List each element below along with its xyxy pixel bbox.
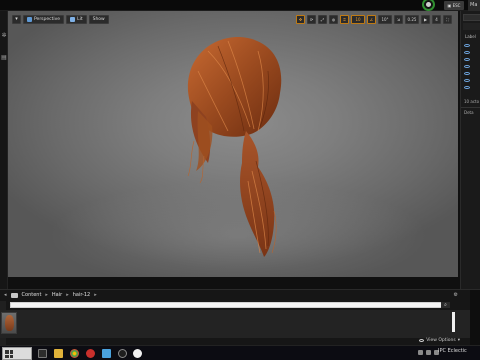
- maximize-viewport-icon[interactable]: ⛶: [443, 15, 452, 24]
- breadcrumb-separator-icon: ▸: [45, 292, 48, 298]
- visibility-eye-icon[interactable]: [464, 51, 470, 54]
- chevron-down-icon: ▾: [15, 16, 18, 22]
- rotate-snap-value[interactable]: 10°: [378, 15, 392, 24]
- system-tray: [418, 350, 439, 355]
- hair-thumbnail: [5, 315, 14, 331]
- task-view-icon[interactable]: [38, 349, 47, 358]
- breadcrumb-content[interactable]: Content: [22, 292, 42, 298]
- viewport-options-button[interactable]: ▾: [12, 15, 21, 24]
- visibility-eye-icon[interactable]: [464, 79, 470, 82]
- breadcrumb: ◂ Content ▸ Hair ▸ hair-12 ▸: [0, 290, 470, 300]
- view-options-button[interactable]: View Options ▾: [419, 338, 460, 343]
- lit-button[interactable]: Lit: [66, 15, 87, 24]
- content-browser: ◂ Content ▸ Hair ▸ hair-12 ▸ ⚙ ⌕ View Op…: [0, 289, 480, 346]
- lit-icon: [70, 17, 76, 22]
- view-options-label: View Options: [426, 338, 456, 343]
- actor-count: 10 acto: [464, 99, 480, 104]
- scale-snap-value[interactable]: 0.25: [405, 15, 419, 24]
- world-outliner-panel: Label 10 acto Deta: [460, 11, 480, 289]
- visibility-eye-icon[interactable]: [464, 65, 470, 68]
- windows-logo-icon: [5, 350, 13, 358]
- grid-snap-value[interactable]: 10: [351, 15, 365, 24]
- windows-taskbar: IPC Eclectic: [0, 345, 480, 360]
- breadcrumb-separator-icon: ▸: [66, 292, 69, 298]
- scale-mode-icon[interactable]: ⤢: [318, 15, 327, 24]
- perspective-label: Perspective: [34, 17, 61, 22]
- unreal-editor-window: ▣ ESC Ma ✲ ▤ ▾ Perspective Lit Show ✥ ⟳ …: [0, 0, 480, 360]
- right-gutter: [470, 290, 480, 346]
- breadcrumb-hair[interactable]: Hair: [52, 292, 62, 298]
- asset-tile[interactable]: [1, 312, 17, 334]
- chevron-down-icon: ▾: [457, 338, 460, 343]
- app-icon[interactable]: [102, 349, 111, 358]
- visibility-eye-icon[interactable]: [464, 44, 470, 47]
- outliner-header: [463, 23, 480, 30]
- show-label: Show: [92, 17, 105, 22]
- asset-view: [0, 310, 470, 338]
- viewport-toolbar-right: ✥ ⟳ ⤢ ◍ ⌗ 10 ∠ 10° ⇲ 0.25 ▶ 4 ⛶: [296, 15, 452, 24]
- details-tab[interactable]: Deta: [464, 110, 474, 115]
- panel-divider: [461, 107, 480, 108]
- opera-icon[interactable]: [86, 349, 95, 358]
- translate-mode-icon[interactable]: ✥: [296, 15, 305, 24]
- title-bar: ▣ ESC Ma: [0, 0, 480, 11]
- start-button[interactable]: [2, 347, 32, 360]
- world-local-icon[interactable]: ◍: [329, 15, 338, 24]
- camera-speed-value[interactable]: 4: [432, 15, 441, 24]
- asset-search-input[interactable]: [10, 302, 450, 308]
- tray-language-text[interactable]: IPC Eclectic: [438, 348, 467, 354]
- level-viewport[interactable]: ▾ Perspective Lit Show ✥ ⟳ ⤢ ◍ ⌗ 10 ∠ 10…: [8, 11, 458, 277]
- visibility-eye-icon[interactable]: [464, 58, 470, 61]
- lit-label: Lit: [77, 17, 83, 22]
- camera-speed-icon[interactable]: ▶: [421, 15, 430, 24]
- tray-icon[interactable]: [426, 350, 431, 355]
- breadcrumb-separator-icon: ▸: [94, 292, 97, 298]
- tray-icon[interactable]: [418, 350, 423, 355]
- top-chip-button[interactable]: ▣ ESC: [444, 1, 464, 10]
- rotate-mode-icon[interactable]: ⟳: [307, 15, 316, 24]
- back-arrow-icon[interactable]: ◂: [4, 292, 7, 298]
- app-logo-icon[interactable]: [420, 0, 435, 11]
- top-right-tab[interactable]: Ma: [468, 0, 480, 11]
- hair-groom-render[interactable]: [168, 31, 308, 261]
- eye-icon: [419, 339, 425, 342]
- folder-icon[interactable]: [10, 292, 18, 298]
- unreal-engine-icon[interactable]: [133, 349, 142, 358]
- gear-icon[interactable]: ✲: [1, 33, 7, 39]
- steam-icon[interactable]: [118, 349, 127, 358]
- surface-snap-icon[interactable]: ⌗: [340, 15, 349, 24]
- asset-view-scrollbar[interactable]: [452, 312, 455, 332]
- left-gutter: ✲ ▤: [0, 11, 8, 289]
- content-browser-footer: View Options ▾: [0, 337, 470, 345]
- rotate-snap-icon[interactable]: ∠: [367, 15, 376, 24]
- chrome-icon[interactable]: [70, 349, 79, 358]
- perspective-button[interactable]: Perspective: [23, 15, 65, 24]
- scale-snap-icon[interactable]: ⇲: [394, 15, 403, 24]
- file-explorer-icon[interactable]: [54, 349, 63, 358]
- outliner-column-label: Label: [465, 34, 476, 39]
- perspective-icon: [27, 17, 32, 22]
- breadcrumb-hair-12[interactable]: hair-12: [73, 292, 91, 298]
- search-icon[interactable]: ⌕: [441, 302, 450, 308]
- visibility-eye-icon[interactable]: [464, 72, 470, 75]
- show-button[interactable]: Show: [88, 15, 109, 24]
- outliner-search-input[interactable]: [463, 14, 480, 21]
- viewport-toolbar-left: ▾ Perspective Lit Show: [12, 15, 109, 24]
- panel-toggle-icon[interactable]: ▤: [1, 55, 7, 61]
- visibility-eye-icon[interactable]: [464, 86, 470, 89]
- settings-gear-icon[interactable]: ⚙: [454, 292, 458, 298]
